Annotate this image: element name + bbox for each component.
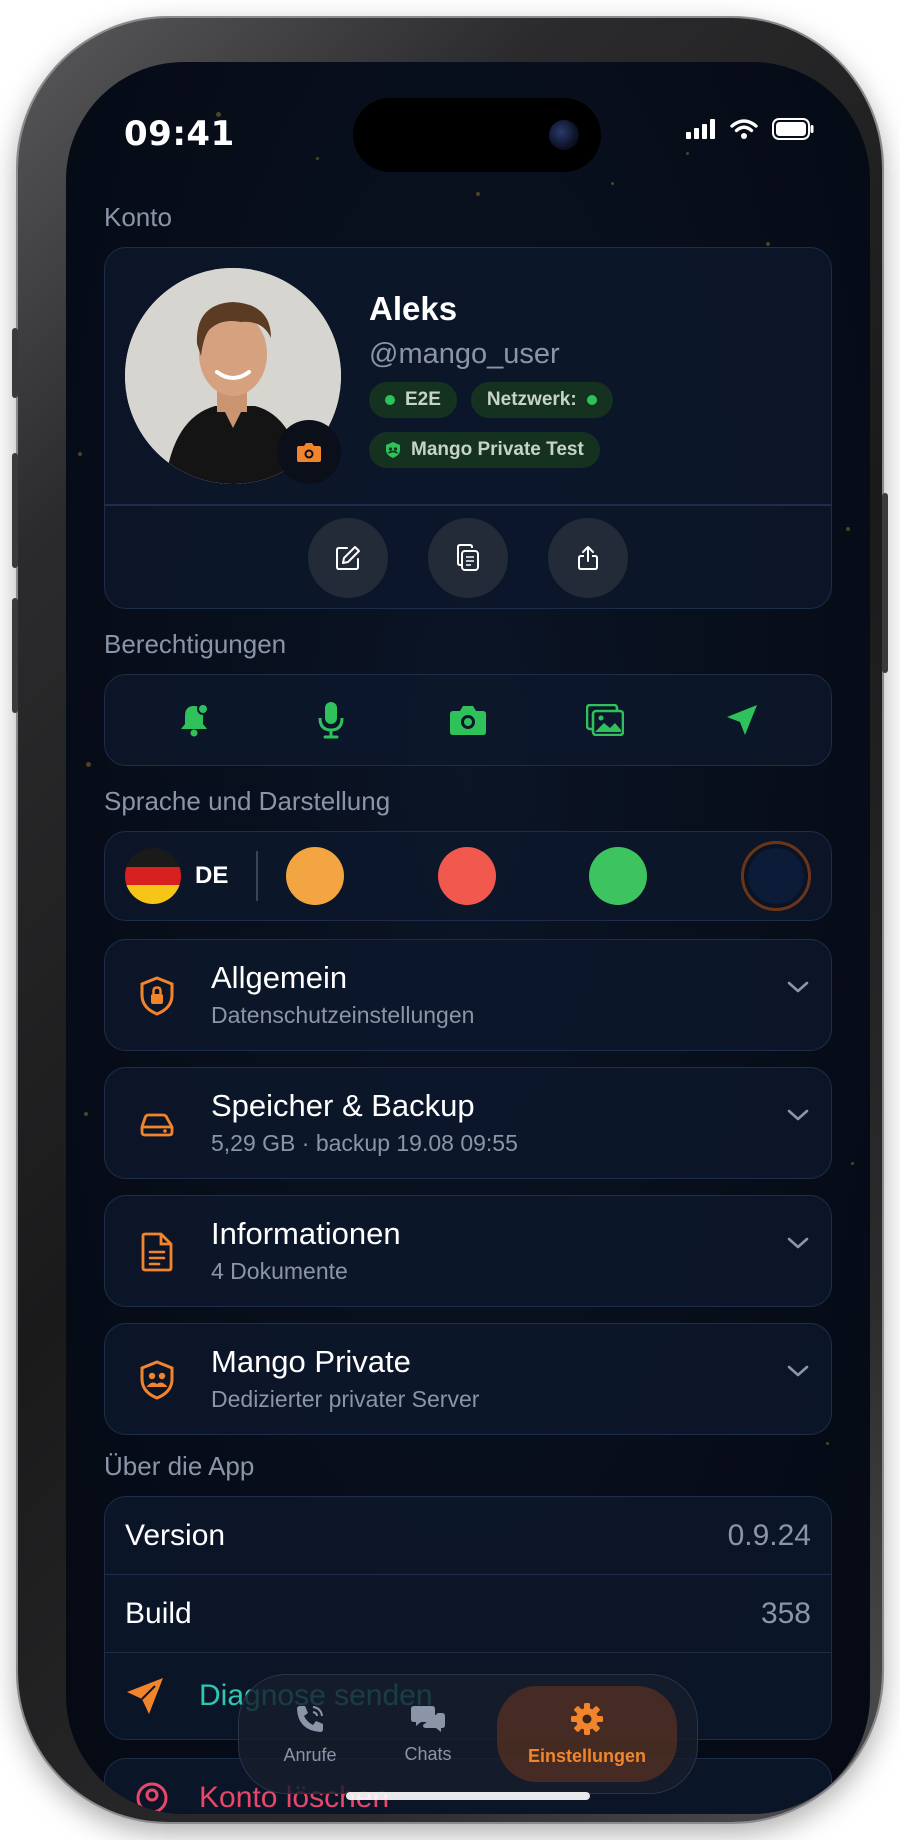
tab-bar: Anrufe Chats Einstellungen bbox=[238, 1674, 698, 1794]
tab-calls-label: Anrufe bbox=[283, 1744, 337, 1765]
theme-swatch-orange[interactable] bbox=[286, 847, 345, 905]
gallery-icon bbox=[586, 704, 625, 736]
build-label: Build bbox=[125, 1596, 192, 1630]
permission-gallery[interactable] bbox=[575, 690, 635, 750]
build-value: 358 bbox=[760, 1596, 811, 1630]
copy-handle-button[interactable] bbox=[428, 518, 508, 598]
permission-notifications[interactable] bbox=[164, 690, 224, 750]
action-button bbox=[12, 328, 18, 398]
microphone-icon bbox=[318, 702, 344, 739]
chip-network: Netzwerk: bbox=[470, 382, 613, 418]
tab-chats[interactable]: Chats bbox=[369, 1686, 487, 1782]
settings-row-mango-private[interactable]: Mango Private Dedizierter privater Serve… bbox=[104, 1323, 832, 1435]
wifi-icon bbox=[730, 119, 758, 139]
screen: 09:41 Konto Aleks @mango_user E2E Netzwe… bbox=[66, 62, 870, 1814]
location-arrow-icon bbox=[727, 705, 758, 735]
shield-lock-icon bbox=[131, 970, 183, 1022]
row-title: Speicher & Backup bbox=[211, 1088, 475, 1123]
theme-swatch-green[interactable] bbox=[589, 847, 648, 905]
profile-chips: E2E Netzwerk: Mango Private Test bbox=[369, 382, 809, 468]
settings-row-general[interactable]: Allgemein Datenschutzeinstellungen bbox=[104, 939, 832, 1051]
section-label-about: Über die App bbox=[104, 1451, 255, 1481]
bell-icon bbox=[180, 703, 209, 737]
camera-icon bbox=[297, 443, 321, 462]
chip-server: Mango Private Test bbox=[369, 432, 600, 468]
status-dot-icon bbox=[586, 395, 597, 405]
row-subtitle: 5,29 GB · backup 19.08 09:55 bbox=[211, 1130, 518, 1156]
settings-content: Konto Aleks @mango_user E2E Netzwerk: Ma… bbox=[104, 202, 832, 1814]
document-icon bbox=[131, 1226, 183, 1278]
chevron-down-icon bbox=[787, 1365, 809, 1377]
settings-row-information[interactable]: Informationen 4 Dokumente bbox=[104, 1195, 832, 1307]
appearance-card: DE bbox=[104, 831, 832, 921]
user-remove-icon bbox=[136, 1782, 168, 1814]
chip-e2e: E2E bbox=[369, 382, 457, 418]
language-code[interactable]: DE bbox=[195, 862, 228, 890]
theme-swatches bbox=[286, 841, 811, 911]
profile-handle: @mango_user bbox=[369, 338, 560, 370]
chevron-down-icon bbox=[787, 1237, 809, 1249]
share-profile-button[interactable] bbox=[548, 518, 628, 598]
chevron-down-icon bbox=[787, 981, 809, 993]
home-indicator bbox=[346, 1792, 590, 1800]
tab-settings[interactable]: Einstellungen bbox=[497, 1686, 677, 1782]
version-label: Version bbox=[125, 1518, 226, 1552]
row-title: Mango Private bbox=[211, 1344, 411, 1379]
section-label-appearance: Sprache und Darstellung bbox=[104, 786, 391, 816]
power-button bbox=[882, 493, 888, 673]
profile-divider bbox=[105, 504, 831, 506]
share-icon bbox=[578, 546, 598, 570]
theme-swatch-dark-selected[interactable] bbox=[740, 841, 811, 911]
volume-up-button bbox=[12, 453, 18, 568]
permission-microphone[interactable] bbox=[301, 690, 361, 750]
profile-card: Aleks @mango_user E2E Netzwerk: Mango Pr… bbox=[104, 247, 832, 609]
volume-down-button bbox=[12, 598, 18, 713]
section-label-account: Konto bbox=[104, 202, 172, 232]
theme-swatch-red[interactable] bbox=[437, 847, 496, 905]
profile-name: Aleks bbox=[369, 290, 458, 327]
status-time: 09:41 bbox=[124, 114, 235, 154]
settings-row-storage[interactable]: Speicher & Backup 5,29 GB · backup 19.08… bbox=[104, 1067, 832, 1179]
phone-frame: 09:41 Konto Aleks @mango_user E2E Netzwe… bbox=[12, 18, 888, 1822]
signal-icon bbox=[686, 119, 715, 139]
about-row-build: Build 358 bbox=[105, 1575, 831, 1653]
row-title: Informationen bbox=[211, 1216, 401, 1251]
status-bar: 09:41 bbox=[66, 62, 870, 192]
row-subtitle: Datenschutzeinstellungen bbox=[211, 1002, 475, 1028]
tab-calls[interactable]: Anrufe bbox=[251, 1686, 369, 1782]
shield-users-icon bbox=[386, 442, 400, 458]
tab-chats-label: Chats bbox=[404, 1743, 452, 1764]
gear-icon bbox=[571, 1702, 603, 1735]
tab-settings-label: Einstellungen bbox=[527, 1745, 646, 1766]
language-separator bbox=[256, 851, 259, 901]
phone-icon bbox=[297, 1705, 323, 1732]
version-value: 0.9.24 bbox=[727, 1518, 811, 1552]
row-subtitle: 4 Dokumente bbox=[211, 1258, 348, 1284]
camera-icon bbox=[449, 706, 486, 735]
shield-users-icon bbox=[131, 1354, 183, 1406]
profile-actions bbox=[105, 518, 831, 598]
copy-icon bbox=[457, 544, 479, 571]
permission-camera[interactable] bbox=[438, 690, 498, 750]
permissions-card bbox=[104, 674, 832, 766]
row-title: Allgemein bbox=[211, 960, 348, 995]
flag-de-icon[interactable] bbox=[125, 848, 181, 904]
drive-icon bbox=[131, 1098, 183, 1150]
dynamic-island bbox=[353, 98, 601, 172]
row-subtitle: Dedizierter privater Server bbox=[211, 1386, 480, 1412]
about-row-version: Version 0.9.24 bbox=[105, 1497, 831, 1575]
status-icons bbox=[686, 118, 814, 140]
front-camera-icon bbox=[549, 120, 579, 150]
edit-profile-button[interactable] bbox=[308, 518, 388, 598]
send-icon bbox=[127, 1678, 163, 1714]
edit-icon bbox=[336, 546, 360, 570]
status-dot-icon bbox=[385, 395, 395, 405]
chat-bubbles-icon bbox=[411, 1705, 445, 1732]
section-label-permissions: Berechtigungen bbox=[104, 629, 287, 659]
change-photo-button[interactable] bbox=[277, 420, 341, 484]
battery-icon bbox=[772, 118, 814, 140]
permission-location[interactable] bbox=[712, 690, 772, 750]
chevron-down-icon bbox=[787, 1109, 809, 1121]
